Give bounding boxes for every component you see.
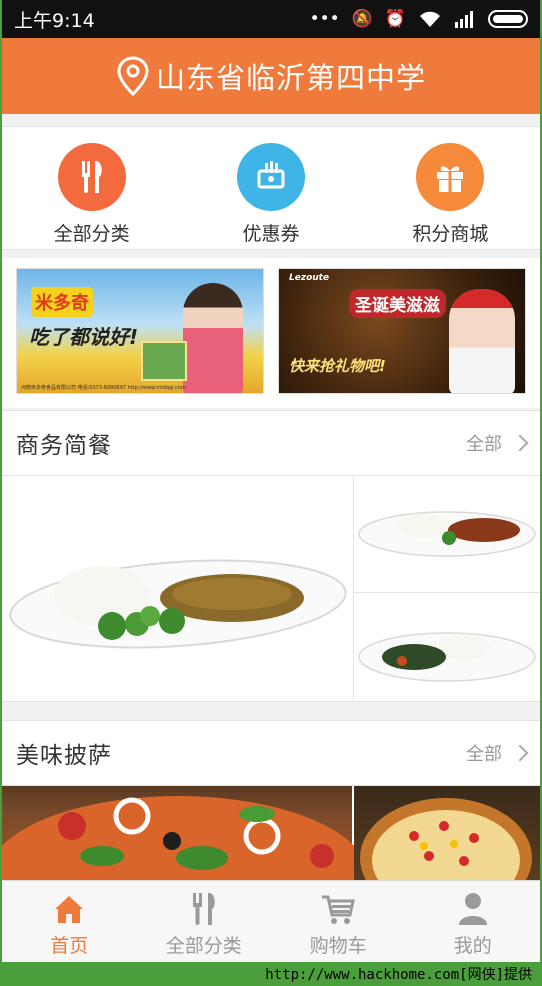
- home-icon: [55, 896, 84, 923]
- tab-profile[interactable]: 我的: [406, 881, 541, 962]
- quick-entry-all-categories[interactable]: 全部分类: [2, 127, 181, 249]
- meal-image: [358, 511, 536, 557]
- status-time: 上午9:14: [14, 9, 95, 32]
- alarm-icon: ⏰: [384, 8, 406, 29]
- promo-banner-midoqi[interactable]: 米多奇 吃了都说好! 河南米多奇食品有限公司 电话:0373-6080697 h…: [16, 268, 264, 394]
- battery-icon: [488, 10, 528, 28]
- section-more-label: 全部: [466, 434, 502, 455]
- pizza-image: [360, 798, 532, 882]
- gift-icon: [416, 143, 485, 211]
- pizza-item[interactable]: [354, 786, 540, 882]
- coupon-icon: [236, 143, 305, 211]
- mute-icon: 🔕: [351, 8, 373, 29]
- watermark-text: http://www.hackhome.com[网侠]提供: [265, 967, 532, 983]
- tab-label: 首页: [50, 935, 89, 957]
- promo-banners: 米多奇 吃了都说好! 河南米多奇食品有限公司 电话:0373-6080697 h…: [2, 258, 540, 408]
- section-header-pizza[interactable]: 美味披萨 全部: [2, 720, 540, 786]
- meal-item-small[interactable]: [354, 592, 540, 709]
- bottom-tab-bar: 首页 全部分类 购物车 我的: [2, 880, 540, 962]
- pizza-grid: [2, 786, 540, 882]
- user-icon: [458, 893, 487, 925]
- banner-brand: Lezoute: [289, 273, 330, 283]
- banner-slogan: 快来抢礼物吧!: [289, 357, 386, 375]
- banner-product-image: [141, 341, 187, 381]
- business-meal-grid: [2, 476, 540, 702]
- chevron-right-icon: [511, 434, 529, 452]
- banner-person-image: [183, 283, 243, 393]
- fork-knife-icon: [57, 143, 126, 211]
- tab-label: 购物车: [309, 935, 367, 957]
- signal-icon: [455, 11, 473, 28]
- status-bar: 上午9:14 ••• 🔕 ⏰: [2, 0, 540, 38]
- meal-item-small[interactable]: [354, 476, 540, 592]
- fork-knife-icon: [192, 893, 215, 925]
- quick-entry-points-mall[interactable]: 积分商城: [361, 127, 540, 249]
- chevron-right-icon: [511, 744, 529, 762]
- location-text: 山东省临沂第四中学: [155, 61, 426, 95]
- promo-banner-christmas[interactable]: Lezoute 圣诞美滋滋 快来抢礼物吧!: [278, 268, 526, 394]
- quick-entry-label: 全部分类: [53, 223, 130, 245]
- tab-all-categories[interactable]: 全部分类: [137, 881, 272, 962]
- section-more-link[interactable]: 全部: [466, 740, 529, 766]
- quick-entry-label: 积分商城: [412, 223, 489, 245]
- meal-item-featured[interactable]: [2, 476, 354, 702]
- app-screen: 上午9:14 ••• 🔕 ⏰ 山东省临沂第四中学 全部分类 优惠券 积分商城 米…: [2, 0, 540, 962]
- quick-entry-label: 优惠券: [242, 223, 300, 245]
- status-icons: ••• 🔕 ⏰: [310, 10, 528, 28]
- banner-slogan: 吃了都说好!: [29, 325, 139, 349]
- location-header[interactable]: 山东省临沂第四中学: [2, 38, 540, 114]
- section-title: 商务简餐: [16, 433, 112, 459]
- tab-cart[interactable]: 购物车: [271, 881, 406, 962]
- wifi-icon: [420, 11, 440, 27]
- meal-side-column: [354, 476, 540, 701]
- tab-label: 全部分类: [165, 935, 242, 957]
- cart-icon: [322, 895, 356, 924]
- section-more-link[interactable]: 全部: [466, 430, 529, 456]
- quick-entry-bar: 全部分类 优惠券 积分商城: [2, 126, 540, 250]
- tab-label: 我的: [453, 935, 492, 957]
- meal-image: [358, 632, 536, 682]
- dots-icon: •••: [309, 8, 340, 29]
- banner-title: 圣诞美滋滋: [349, 289, 446, 318]
- banner-footer: 河南米多奇食品有限公司 电话:0373-6080697 http://www.m…: [21, 385, 186, 391]
- section-more-label: 全部: [466, 744, 502, 765]
- banner-person-image: [449, 289, 515, 393]
- section-header-business-meals[interactable]: 商务简餐 全部: [2, 410, 540, 476]
- tab-home[interactable]: 首页: [2, 881, 137, 962]
- pizza-image: [2, 796, 368, 882]
- meal-image: [9, 559, 347, 649]
- section-title: 美味披萨: [16, 743, 112, 769]
- pizza-item[interactable]: [2, 786, 368, 882]
- location-pin-icon: [117, 56, 149, 96]
- quick-entry-coupons[interactable]: 优惠券: [181, 127, 360, 249]
- banner-brand: 米多奇: [31, 287, 93, 317]
